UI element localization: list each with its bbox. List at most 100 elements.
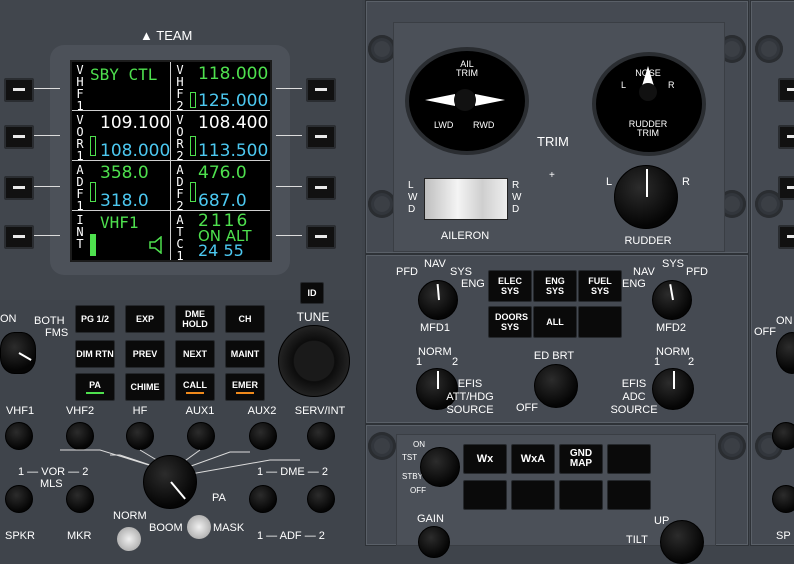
blank-radar-button[interactable]	[607, 480, 651, 510]
lsk-far-right-4[interactable]	[778, 225, 794, 249]
rudder-trim-knob[interactable]	[614, 165, 678, 229]
pa-indicator-stripe	[86, 392, 104, 394]
vor1-label: VOR1	[76, 113, 84, 163]
vor-volume-knob[interactable]	[5, 485, 33, 513]
key-maint[interactable]: MAINT	[225, 340, 265, 368]
ed-brt-label: ED BRT	[533, 350, 575, 362]
lsk-right-1[interactable]	[306, 78, 336, 102]
key-prev[interactable]: PREV	[125, 340, 165, 368]
lsk-far-right-3[interactable]	[778, 176, 794, 200]
key-dme-hold[interactable]: DME HOLD	[175, 305, 215, 333]
aileron-label: AILERON	[440, 230, 490, 242]
wx-button[interactable]: Wx	[463, 444, 507, 474]
fms-selector-knob[interactable]	[0, 332, 36, 374]
key-prev-label: PREV	[132, 349, 158, 359]
key-pa[interactable]: PA	[75, 373, 115, 401]
wxa-button-label: WxA	[520, 453, 546, 465]
fms-on-label: ON	[0, 313, 17, 325]
emer-indicator-stripe	[236, 392, 254, 394]
screw	[368, 432, 396, 460]
all-label: ALL	[546, 317, 564, 327]
blank-radar-button[interactable]	[463, 480, 507, 510]
blank-radar-button[interactable]	[559, 480, 603, 510]
aileron-trim-switch[interactable]	[424, 178, 508, 220]
mask-button[interactable]	[187, 515, 211, 539]
right-edge-audio-knob-2[interactable]	[772, 485, 794, 513]
tune-knob[interactable]	[278, 325, 350, 397]
screw	[718, 432, 746, 460]
all-button[interactable]: ALL	[533, 306, 577, 338]
vhf1-label: VHF1	[76, 63, 84, 113]
mls-volume-knob[interactable]	[66, 485, 94, 513]
lsk-line	[34, 186, 60, 187]
elec-sys-button[interactable]: ELEC SYS	[488, 270, 532, 302]
key-emer-label: EMER	[231, 380, 258, 390]
fuel-sys-button[interactable]: FUEL SYS	[578, 270, 622, 302]
adf-select-label: 1 — ADF — 2	[257, 530, 325, 542]
key-next[interactable]: NEXT	[175, 340, 215, 368]
efis-adc-knob[interactable]	[652, 368, 694, 410]
lsk-left-2[interactable]	[4, 125, 34, 149]
mic-selector-knob[interactable]	[143, 455, 197, 509]
vor1-standby: 108.000	[100, 141, 171, 161]
lsk-right-2[interactable]	[306, 125, 336, 149]
radar-mode-knob[interactable]	[420, 447, 460, 487]
rudder-trim-pointer	[639, 66, 657, 101]
mfd1-nav: NAV	[424, 258, 446, 270]
tilt-knob[interactable]	[660, 520, 704, 564]
key-chime[interactable]: CHIME	[125, 373, 165, 401]
lsk-left-4[interactable]	[4, 225, 34, 249]
ed-brt-knob[interactable]	[534, 364, 578, 408]
gain-knob[interactable]	[418, 526, 450, 558]
wxa-button[interactable]: WxA	[511, 444, 555, 474]
ail-rwd-label: RWD	[473, 120, 495, 130]
key-call[interactable]: CALL	[175, 373, 215, 401]
team-label: ▲ TEAM	[140, 28, 193, 43]
mfd2-selector-knob[interactable]	[652, 280, 692, 320]
lsk-right-4[interactable]	[306, 225, 336, 249]
rudder-knob-l: L	[606, 176, 613, 188]
blank-mfd-button[interactable]	[578, 306, 622, 338]
right-edge-audio-knob-1[interactable]	[772, 422, 794, 450]
id-button[interactable]: ID	[300, 282, 324, 304]
lsk-far-right-1[interactable]	[778, 78, 794, 102]
mfd2-nav: NAV	[633, 266, 655, 278]
key-dim-rtn[interactable]: DIM RTN	[75, 340, 115, 368]
key-ch[interactable]: CH	[225, 305, 265, 333]
key-pa-label: PA	[89, 380, 101, 390]
norm-button[interactable]	[117, 527, 141, 551]
adf2-active: 476.0	[198, 163, 247, 183]
rudder-label: RUDDER	[624, 235, 672, 247]
dme-select-label: 1 — DME — 2	[257, 466, 328, 478]
blank-radar-button[interactable]	[511, 480, 555, 510]
lsk-left-3[interactable]	[4, 176, 34, 200]
mfd2-sys: SYS	[662, 258, 685, 270]
lsk-right-3[interactable]	[306, 176, 336, 200]
doors-sys-button[interactable]: DOORS SYS	[488, 306, 532, 338]
key-exp[interactable]: EXP	[125, 305, 165, 333]
key-dme-hold-label: DME HOLD	[182, 309, 208, 329]
vhf2-standby: 125.000	[198, 91, 269, 111]
right-edge-sp: SP	[776, 530, 791, 542]
key-emer[interactable]: EMER	[225, 373, 265, 401]
key-chime-label: CHIME	[130, 382, 160, 392]
key-call-label: CALL	[183, 380, 207, 390]
efis-left-1: 1	[416, 356, 423, 368]
eng-sys-label: ENG SYS	[545, 276, 565, 296]
dme-volume-knob[interactable]	[249, 485, 277, 513]
gnd-map-button[interactable]: GND MAP	[559, 444, 603, 474]
adf1-label: ADF1	[76, 163, 84, 213]
vhf2-level-bar	[190, 92, 196, 108]
rudder-trim-r: R	[668, 80, 675, 90]
blank-radar-button[interactable]	[607, 444, 651, 474]
eng-sys-button[interactable]: ENG SYS	[533, 270, 577, 302]
elec-sys-label: ELEC SYS	[497, 276, 522, 296]
radar-on-label: ON	[413, 440, 425, 449]
lsk-far-right-2[interactable]	[778, 125, 794, 149]
norm-label: NORM	[113, 510, 147, 522]
vor2-label: VOR2	[176, 113, 184, 163]
lsk-left-1[interactable]	[4, 78, 34, 102]
mfd1-selector-knob[interactable]	[418, 280, 458, 320]
key-pg[interactable]: PG 1/2	[75, 305, 115, 333]
dme2-volume-knob[interactable]	[307, 485, 335, 513]
